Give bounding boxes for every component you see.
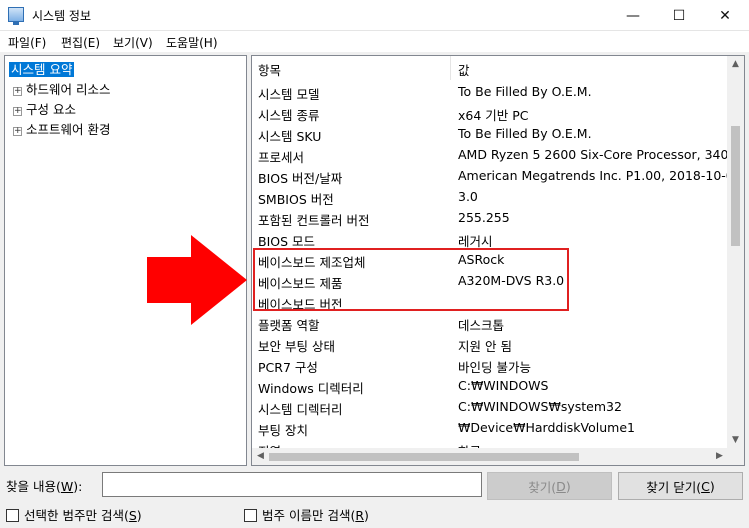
menu-file[interactable]: 파일(F)	[8, 34, 46, 51]
close-button[interactable]: ✕	[702, 0, 748, 31]
column-header-item[interactable]: 항목	[258, 60, 281, 79]
scroll-right-icon[interactable]: ▶	[711, 448, 728, 465]
row-value: To Be Filled By O.E.M.	[458, 126, 592, 141]
find-label: 찾을 내용(W):	[6, 479, 83, 494]
scroll-left-icon[interactable]: ◀	[252, 448, 269, 465]
expand-icon[interactable]: +	[13, 87, 22, 96]
tree-item-hardware-resources[interactable]: + 하드웨어 리소스	[13, 79, 110, 98]
close-find-button[interactable]: 찾기 닫기(C)	[618, 472, 743, 500]
table-row[interactable]: PCR7 구성 바인딩 불가능	[252, 354, 728, 375]
table-row[interactable]: 시스템 디렉터리 C:₩WINDOWS₩system32	[252, 396, 728, 417]
row-item: 보안 부팅 상태	[258, 339, 335, 354]
row-item: 포함된 컨트롤러 버전	[258, 213, 370, 228]
row-value: 바인딩 불가능	[458, 360, 531, 375]
row-item: BIOS 버전/날짜	[258, 171, 343, 186]
window-title: 시스템 정보	[32, 9, 92, 23]
table-row[interactable]: 베이스보드 제조업체 ASRock	[252, 249, 728, 270]
scroll-corner	[727, 448, 744, 465]
row-value: C:₩WINDOWS₩system32	[458, 399, 622, 414]
table-row[interactable]: 포함된 컨트롤러 버전 255.255	[252, 207, 728, 228]
table-row[interactable]: BIOS 버전/날짜 American Megatrends Inc. P1.00…	[252, 165, 728, 186]
table-row[interactable]: 시스템 SKU To Be Filled By O.E.M.	[252, 123, 728, 144]
checkbox-box[interactable]	[244, 509, 257, 522]
row-item: 베이스보드 버전	[258, 297, 343, 312]
row-item: BIOS 모드	[258, 234, 316, 249]
search-selected-category-checkbox[interactable]: 선택한 범주만 검색(S)	[6, 505, 142, 524]
table-row[interactable]: 베이스보드 제품 A320M-DVS R3.0	[252, 270, 728, 291]
row-item: 시스템 모델	[258, 87, 320, 102]
row-item: 부팅 장치	[258, 423, 308, 438]
row-item: 플랫폼 역할	[258, 318, 320, 333]
table-row[interactable]: 시스템 모델 To Be Filled By O.E.M.	[252, 81, 728, 102]
maximize-button[interactable]: ☐	[656, 0, 702, 31]
table-row[interactable]: 보안 부팅 상태 지원 안 됨	[252, 333, 728, 354]
tree-item-label: 소프트웨어 환경	[26, 122, 111, 137]
vertical-scrollbar[interactable]: ▲ ▼	[727, 56, 744, 449]
minimize-icon: —	[626, 7, 640, 24]
table-row[interactable]: Windows 디렉터리 C:₩WINDOWS	[252, 375, 728, 396]
horizontal-scrollbar[interactable]: ◀ ▶	[252, 448, 728, 465]
row-item: 베이스보드 제품	[258, 276, 343, 291]
row-item: PCR7 구성	[258, 360, 318, 375]
table-row[interactable]: 플랫폼 역할 데스크톱	[252, 312, 728, 333]
find-button[interactable]: 찾기(D)	[487, 472, 612, 500]
table-row[interactable]: 부팅 장치 ₩Device₩HarddiskVolume1	[252, 417, 728, 438]
tree-item-components[interactable]: + 구성 요소	[13, 99, 76, 118]
column-divider[interactable]	[450, 56, 451, 80]
row-item: SMBIOS 버전	[258, 192, 334, 207]
tree-item-label: 구성 요소	[26, 102, 76, 117]
row-item: 프로세서	[258, 150, 305, 165]
checkbox-box[interactable]	[6, 509, 19, 522]
row-value: x64 기반 PC	[458, 108, 529, 123]
details-list[interactable]: 항목 값 시스템 모델 To Be Filled By O.E.M. 시스템 종류 x…	[251, 55, 745, 466]
tree-item-label: 하드웨어 리소스	[26, 82, 111, 97]
red-arrow-annotation	[147, 235, 247, 325]
row-value: To Be Filled By O.E.M.	[458, 84, 592, 99]
row-value: ASRock	[458, 252, 505, 267]
row-value: 3.0	[458, 189, 478, 204]
row-item: 시스템 디렉터리	[258, 402, 343, 417]
row-item: Windows 디렉터리	[258, 381, 364, 396]
tree-item-software-environment[interactable]: + 소프트웨어 환경	[13, 119, 110, 138]
row-value: ₩Device₩HarddiskVolume1	[458, 420, 635, 435]
row-value: American Megatrends Inc. P1.00, 2018-10-…	[458, 168, 728, 183]
row-value: 255.255	[458, 210, 510, 225]
menu-bar: 파일(F) 편집(E) 보기(V) 도움말(H)	[0, 31, 749, 52]
expand-icon[interactable]: +	[13, 107, 22, 116]
scroll-up-icon[interactable]: ▲	[727, 56, 744, 73]
scroll-down-icon[interactable]: ▼	[727, 432, 744, 449]
search-category-names-checkbox[interactable]: 범주 이름만 검색(R)	[244, 505, 369, 524]
maximize-icon: ☐	[672, 7, 686, 24]
row-item: 시스템 종류	[258, 108, 320, 123]
title-bar: 시스템 정보 — ☐ ✕	[0, 0, 749, 31]
row-item: 시스템 SKU	[258, 129, 322, 144]
list-rows: 시스템 모델 To Be Filled By O.E.M. 시스템 종류 x64 기반…	[252, 81, 728, 451]
row-item: 베이스보드 제조업체	[258, 255, 366, 270]
menu-edit[interactable]: 편집(E)	[61, 34, 100, 51]
table-row[interactable]: 프로세서 AMD Ryzen 5 2600 Six-Core Processor,…	[252, 144, 728, 165]
close-icon: ✕	[719, 7, 731, 24]
app-icon	[8, 7, 24, 25]
row-value: C:₩WINDOWS	[458, 378, 549, 393]
minimize-button[interactable]: —	[610, 0, 656, 31]
menu-help[interactable]: 도움말(H)	[166, 34, 218, 51]
table-row[interactable]: 베이스보드 버전	[252, 291, 728, 312]
horizontal-scroll-thumb[interactable]	[269, 453, 579, 461]
find-input[interactable]	[102, 472, 482, 497]
expand-icon[interactable]: +	[13, 127, 22, 136]
tree-item-system-summary[interactable]: 시스템 요약	[9, 59, 75, 78]
tree-item-label: 시스템 요약	[9, 62, 75, 77]
row-value: A320M-DVS R3.0	[458, 273, 565, 288]
list-header: 항목 값	[252, 56, 728, 80]
row-value: 레거시	[458, 234, 493, 249]
row-value: 데스크톱	[458, 318, 505, 333]
table-row[interactable]: SMBIOS 버전 3.0	[252, 186, 728, 207]
row-value: AMD Ryzen 5 2600 Six-Core Processor, 340…	[458, 147, 728, 162]
vertical-scroll-thumb[interactable]	[731, 126, 740, 246]
table-row[interactable]: BIOS 모드 레거시	[252, 228, 728, 249]
column-header-value[interactable]: 값	[458, 60, 470, 79]
table-row[interactable]: 시스템 종류 x64 기반 PC	[252, 102, 728, 123]
menu-view[interactable]: 보기(V)	[113, 34, 153, 51]
row-value: 지원 안 됨	[458, 339, 512, 354]
